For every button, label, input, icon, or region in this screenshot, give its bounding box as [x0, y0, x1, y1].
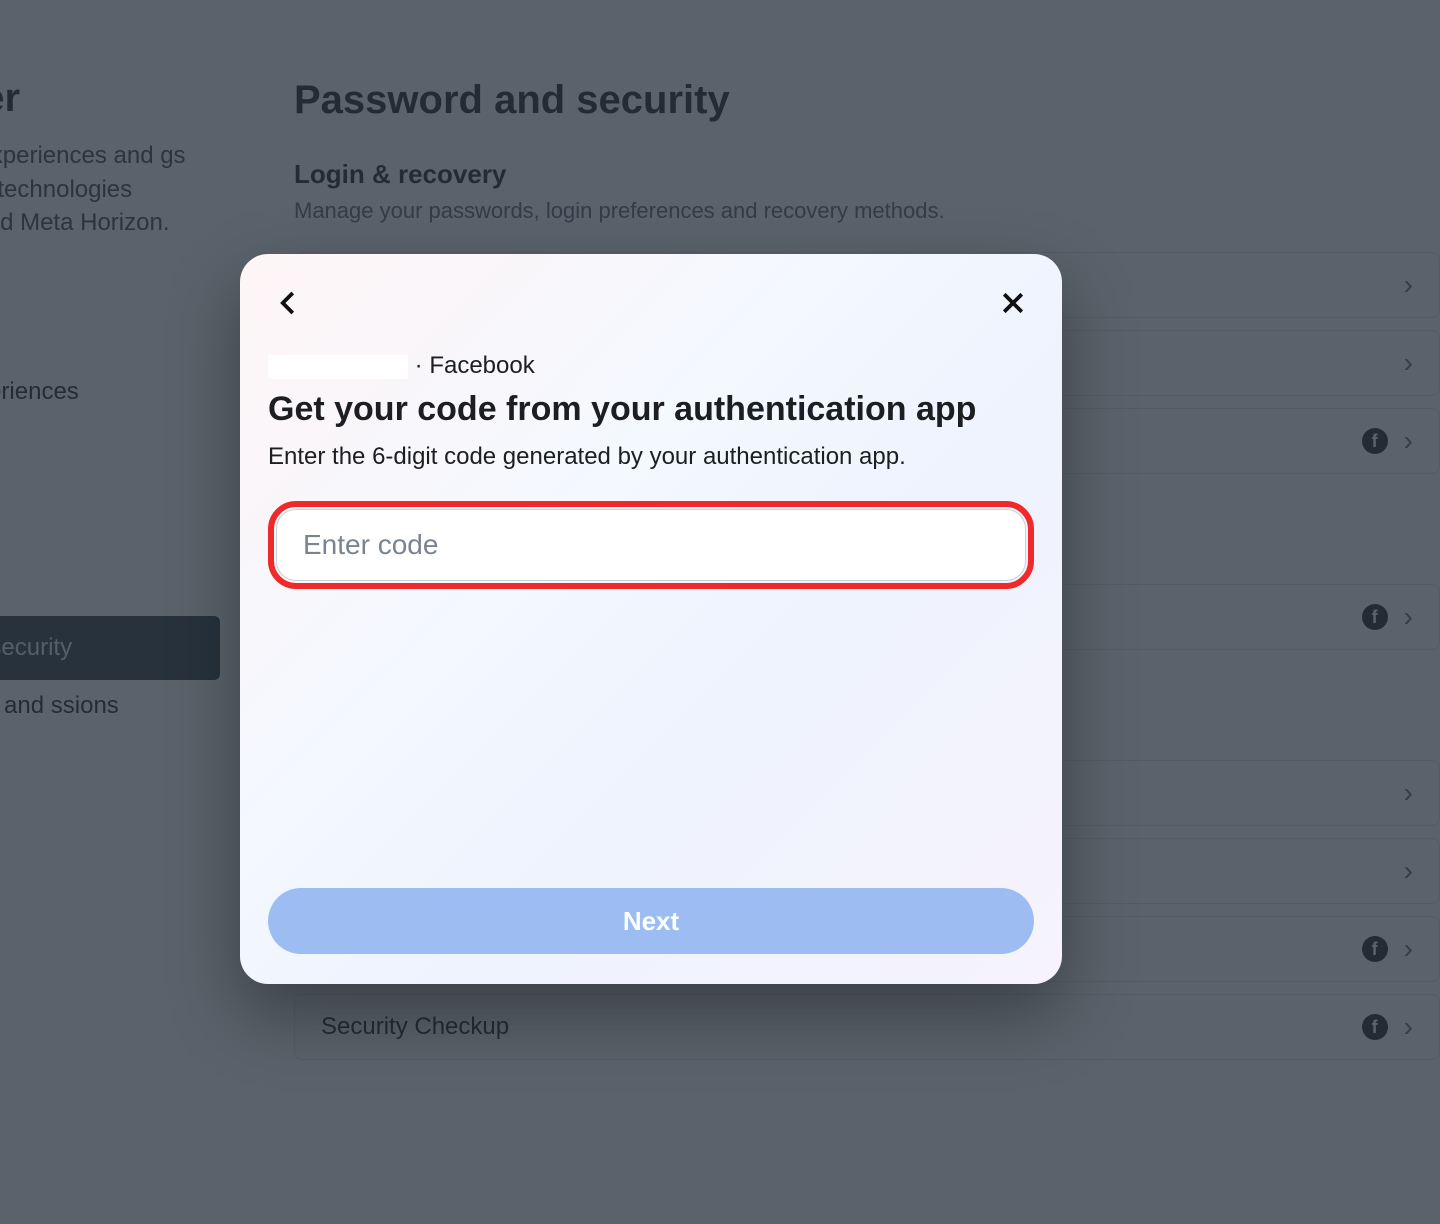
modal-title: Get your code from your authentication a… [268, 390, 1034, 429]
code-input-highlight [268, 501, 1034, 589]
close-icon [998, 288, 1028, 318]
modal-account-suffix: · Facebook [408, 352, 535, 379]
modal-header [268, 282, 1034, 324]
close-button[interactable] [992, 282, 1034, 324]
modal-account-line: · Facebook [268, 352, 1034, 380]
two-factor-modal: · Facebook Get your code from your authe… [240, 254, 1062, 984]
redacted-name [268, 355, 408, 379]
code-input[interactable] [276, 509, 1026, 581]
next-button[interactable]: Next [268, 888, 1034, 954]
modal-subtitle: Enter the 6-digit code generated by your… [268, 443, 1034, 471]
chevron-left-icon [274, 288, 304, 318]
modal-overlay: · Facebook Get your code from your authe… [0, 0, 1440, 1224]
modal-spacer [268, 589, 1034, 888]
back-button[interactable] [268, 282, 310, 324]
